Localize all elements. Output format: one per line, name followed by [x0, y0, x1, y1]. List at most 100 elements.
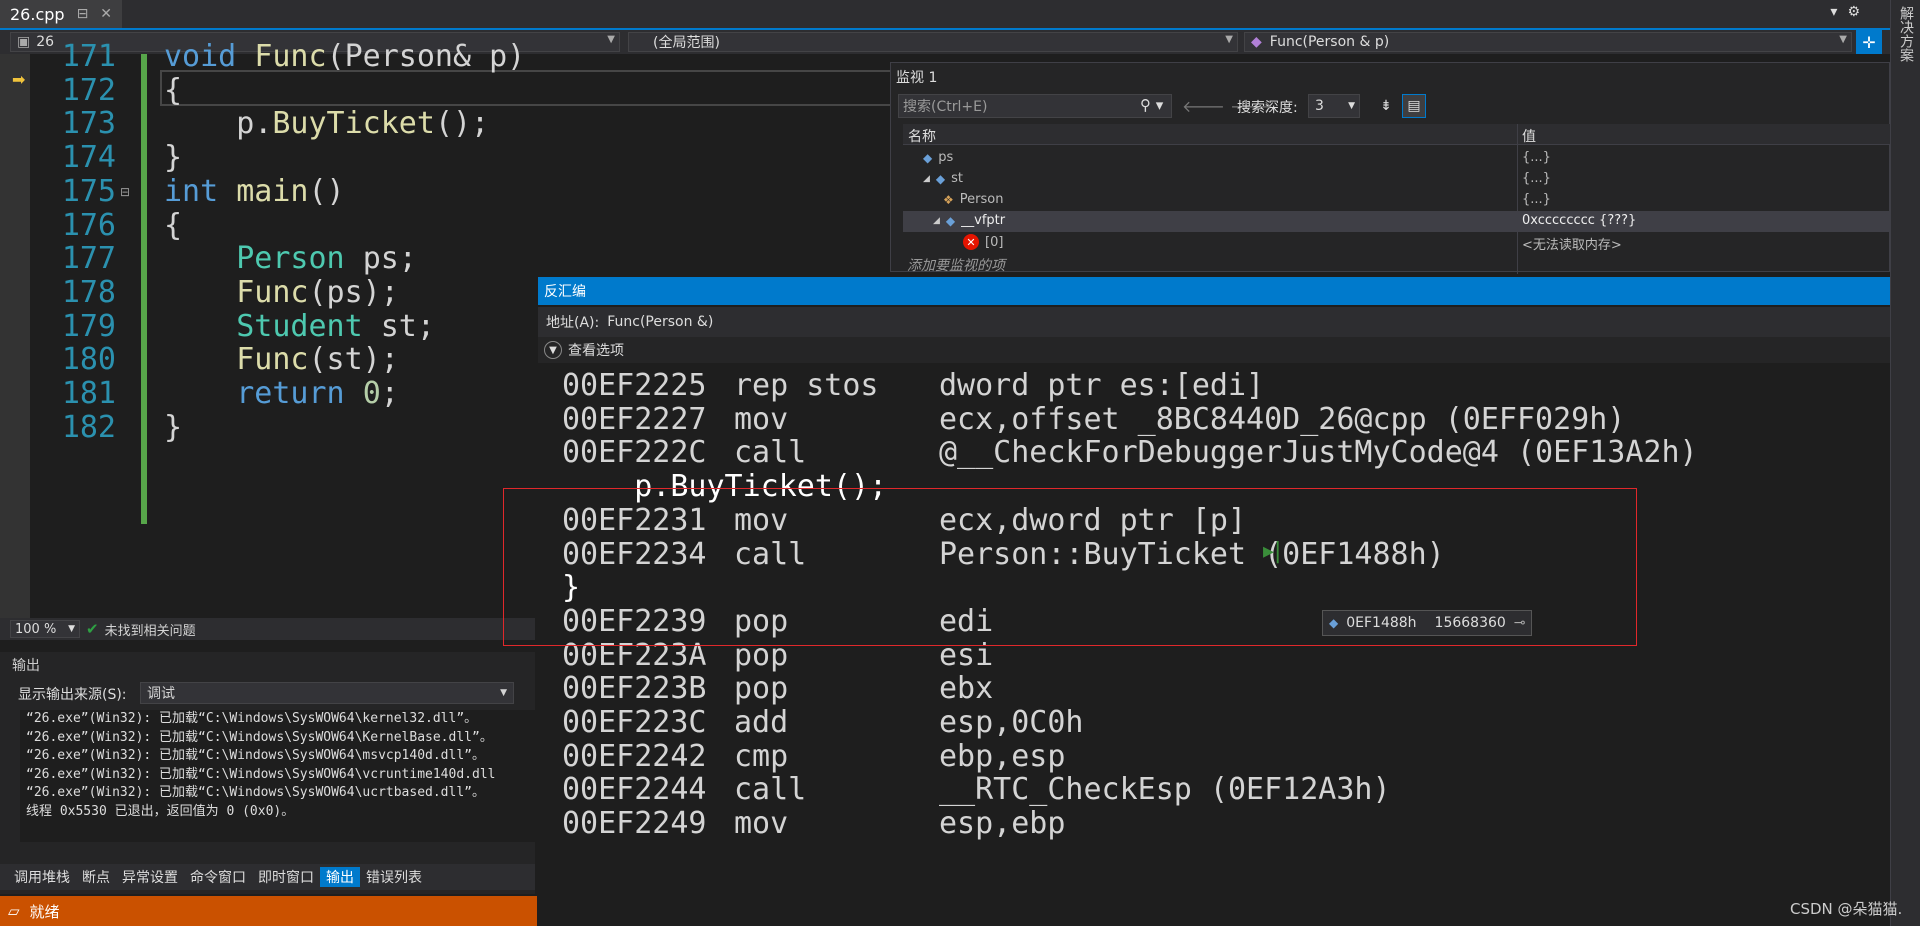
watch-row[interactable]: ◢ ◆ __vfptr 0xcccccccc {???}: [903, 211, 1890, 232]
tab-26-cpp[interactable]: 26.cpp ⊟ ✕: [0, 0, 123, 28]
dropdown-icon[interactable]: ▾: [1830, 4, 1837, 20]
code-token: Func: [164, 342, 309, 378]
tool-tab[interactable]: 命令窗口: [184, 867, 252, 887]
chevron-down-icon: ▼: [607, 34, 615, 45]
status-text: 就绪: [29, 902, 60, 921]
asm-line[interactable]: 00EF223C add esp,0C0h: [562, 705, 1882, 741]
watch-row[interactable]: 添加要监视的项: [903, 253, 1890, 274]
output-line: “26.exe”(Win32): 已加载“C:\Windows\SysWOW64…: [26, 748, 485, 763]
code-line[interactable]: return 0;: [164, 376, 399, 411]
editor-margin[interactable]: [0, 54, 30, 620]
code-line[interactable]: }: [164, 140, 182, 175]
code-token: BuyTicket: [272, 106, 435, 142]
split-editor-icon[interactable]: ✛: [1856, 30, 1882, 54]
view-icon[interactable]: ▤: [1402, 94, 1426, 118]
collapse-icon[interactable]: ⊟: [120, 185, 130, 199]
asm-mnemonic: mov: [734, 806, 789, 842]
code-line[interactable]: }: [164, 410, 182, 445]
code-token: p.: [164, 106, 273, 142]
asm-operands: esp,0C0h: [939, 705, 1084, 740]
asm-line[interactable]: 00EF2244 call __RTC_CheckEsp (0EF12A3h): [562, 772, 1882, 808]
asm-operands: ebx: [939, 671, 994, 707]
code-line[interactable]: void Func(Person& p): [164, 39, 525, 74]
tool-tab[interactable]: 断点: [76, 867, 116, 887]
tool-tab[interactable]: 即时窗口: [252, 867, 320, 887]
watch-search-input[interactable]: 搜索(Ctrl+E): [898, 94, 1172, 118]
code-line[interactable]: p.BuyTicket();: [164, 106, 489, 141]
watch-row-value: {...}: [1522, 171, 1551, 186]
gear-icon[interactable]: ⚙: [1847, 4, 1860, 20]
tool-tab[interactable]: 错误列表: [360, 867, 428, 887]
code-line[interactable]: Person ps;: [164, 241, 417, 276]
code-line[interactable]: {: [164, 208, 182, 243]
asm-operands: ecx,offset _8BC8440D_26@cpp (0EFF029h): [939, 401, 1626, 437]
line-number: 171: [61, 39, 116, 74]
expand-arrow-icon[interactable]: ◢: [923, 174, 930, 184]
tool-tab[interactable]: 调用堆栈: [8, 867, 76, 887]
watch-row-value: {...}: [1522, 192, 1551, 207]
chevron-down-icon: ▼: [1225, 34, 1233, 45]
code-token: }: [164, 140, 183, 176]
code-token: st;: [380, 308, 435, 344]
datatip-value: 15668360: [1434, 615, 1506, 631]
watch-row-name: ❖ Person: [943, 192, 1003, 207]
asm-operands: ebp,esp: [939, 738, 1066, 774]
watch-row[interactable]: ✕ [0] <无法读取内存>: [903, 232, 1890, 253]
issues-status[interactable]: 未找到相关问题: [105, 620, 196, 639]
zoom-dropdown[interactable]: 100 % ▼: [10, 620, 80, 638]
datatip[interactable]: ◆ 0EF1488h 15668360 ⊸: [1322, 610, 1532, 636]
scope-dropdown-value: (全局范围): [653, 35, 720, 51]
tool-tab[interactable]: 输出: [320, 867, 360, 887]
line-number: 180: [61, 342, 116, 378]
code-line[interactable]: Student st;: [164, 309, 435, 344]
pin-icon[interactable]: ⊟: [77, 6, 89, 22]
code-line[interactable]: int main(): [164, 174, 345, 209]
asm-line[interactable]: 00EF2242 cmp ebp,esp: [562, 739, 1882, 775]
expand-arrow-icon[interactable]: ◢: [933, 216, 940, 226]
status-icon: ▱: [8, 902, 20, 920]
error-icon: ✕: [963, 234, 979, 250]
asm-line[interactable]: 00EF2225 rep stos dword ptr es:[edi]: [562, 368, 1882, 404]
output-line: 线程 0x5530 已退出，返回值为 0 (0x0)。: [26, 803, 295, 819]
search-depth-dropdown[interactable]: 3 ▼: [1308, 94, 1360, 118]
code-token: ;: [380, 376, 399, 411]
view-options-toggle[interactable]: ▼ 查看选项: [538, 337, 1890, 363]
status-bar: ▱ 就绪: [0, 896, 537, 926]
close-icon[interactable]: ✕: [100, 6, 112, 22]
line-number: 179: [61, 308, 116, 344]
watch-row[interactable]: ❖ Person {...}: [903, 190, 1890, 211]
asm-line[interactable]: 00EF2227 mov ecx,offset _8BC8440D_26@cpp (…: [562, 402, 1882, 438]
output-source-dropdown[interactable]: 调试 ▼: [140, 682, 514, 704]
scope-dropdown[interactable]: (全局范围) ▼: [628, 32, 1238, 52]
watch-col-name[interactable]: 名称: [908, 126, 936, 146]
code-line[interactable]: Func(ps);: [164, 275, 399, 310]
watch-row[interactable]: ◆ ps {...}: [903, 148, 1890, 169]
asm-line[interactable]: 00EF2249 mov esp,ebp: [562, 806, 1882, 842]
watch-name-text: __vfptr: [961, 213, 1006, 228]
tool-tab[interactable]: 异常设置: [116, 867, 184, 887]
address-bar: 地址(A): Func(Person &): [538, 307, 1890, 337]
pin-icon[interactable]: ⊸: [1514, 615, 1532, 631]
line-number: 182: [61, 409, 116, 445]
function-dropdown[interactable]: ◆ Func(Person & p) ▼: [1244, 32, 1852, 52]
address-input[interactable]: Func(Person &): [607, 314, 713, 330]
code-token: void: [164, 39, 255, 74]
asm-address: 00EF222C: [562, 435, 707, 471]
solution-explorer-tab[interactable]: 解决方案: [1892, 6, 1916, 62]
asm-mnemonic: call: [734, 435, 807, 471]
asm-line[interactable]: 00EF223B pop ebx: [562, 671, 1882, 707]
watch-name-text: [0]: [985, 234, 1004, 250]
output-text[interactable]: “26.exe”(Win32): 已加载“C:\Windows\SysWOW64…: [20, 710, 535, 842]
filter-icon[interactable]: ⇟: [1374, 94, 1398, 118]
asm-operands: esp,ebp: [939, 806, 1066, 842]
watch-col-value[interactable]: 值: [1522, 126, 1536, 146]
asm-line[interactable]: 00EF222C call @__CheckForDebuggerJustMyCod…: [562, 435, 1882, 471]
watch-row[interactable]: ◢ ◆ st {...}: [903, 169, 1890, 190]
code-line[interactable]: Func(st);: [164, 342, 399, 377]
code-token: (st);: [308, 342, 399, 378]
watermark: CSDN @朵猫猫.: [1790, 900, 1903, 918]
code-token: main: [236, 173, 309, 209]
change-tracking-bar: [141, 54, 147, 524]
code-line[interactable]: {: [164, 73, 182, 108]
search-icon[interactable]: ⚲ ▾: [1140, 96, 1163, 114]
